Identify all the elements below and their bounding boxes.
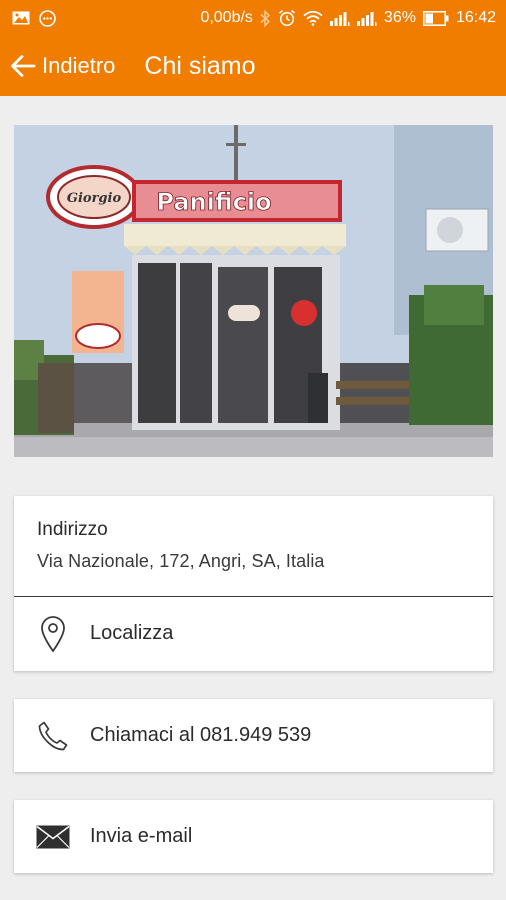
clock: 16:42 — [455, 9, 496, 26]
status-left — [12, 9, 56, 27]
locate-label: Localizza — [90, 622, 174, 644]
battery-icon — [422, 10, 449, 26]
call-card: Chiamaci al 081.949 539 — [14, 699, 493, 772]
chat-notification-icon — [39, 9, 56, 27]
email-label: Invia e-mail — [90, 825, 193, 847]
email-card: Invia e-mail — [14, 800, 493, 873]
page-title: Chi siamo — [144, 51, 256, 80]
image-notification-icon — [12, 11, 30, 25]
address-card: Indirizzo Via Nazionale, 172, Angri, SA,… — [14, 496, 493, 671]
shop-sign-text: Panificio — [156, 188, 271, 216]
network-speed: 0,00b/s — [200, 9, 253, 26]
arrow-left-icon — [10, 54, 36, 78]
back-label: Indietro — [42, 53, 116, 78]
status-right: 0,00b/s 36% 16:42 — [200, 9, 496, 27]
address-value: Via Nazionale, 172, Angri, SA, Italia — [37, 551, 325, 571]
logo-script-text: Giorgio — [67, 191, 122, 206]
battery-percent: 36% — [383, 9, 416, 26]
map-pin-icon — [36, 615, 70, 653]
signal-sim2-icon — [356, 11, 377, 26]
signal-sim1-icon — [329, 11, 350, 26]
locate-row[interactable]: Localizza — [14, 597, 493, 670]
wifi-icon — [303, 10, 323, 26]
envelope-icon — [36, 825, 70, 849]
address-block: Indirizzo Via Nazionale, 172, Angri, SA,… — [14, 496, 493, 597]
call-label: Chiamaci al 081.949 539 — [90, 724, 312, 746]
phone-icon — [36, 720, 70, 752]
email-row[interactable]: Invia e-mail — [14, 800, 493, 873]
address-label: Indirizzo — [37, 519, 108, 540]
storefront-photo: Giorgio Panificio — [14, 125, 493, 457]
bluetooth-icon — [260, 9, 271, 27]
alarm-icon — [278, 9, 296, 27]
status-bar: 0,00b/s 36% 16:42 — [0, 0, 506, 36]
call-row[interactable]: Chiamaci al 081.949 539 — [14, 699, 493, 772]
app-bar: Indietro Chi siamo — [0, 36, 506, 96]
back-button[interactable]: Indietro — [0, 36, 131, 96]
